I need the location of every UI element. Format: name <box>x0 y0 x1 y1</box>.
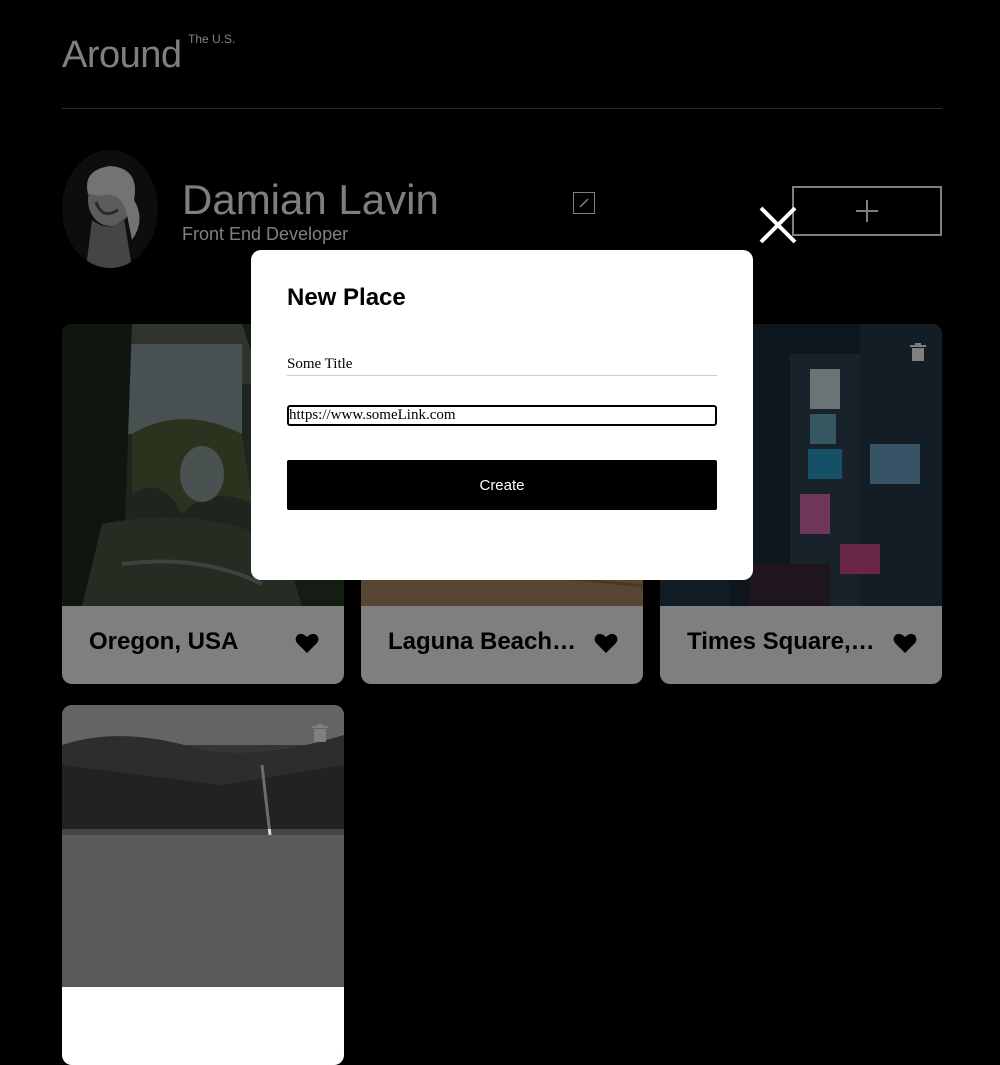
page: Around The U.S. Damian Lavin Front End D… <box>0 0 1000 1065</box>
create-button[interactable]: Create <box>287 460 717 510</box>
title-input[interactable] <box>287 354 717 376</box>
new-place-modal: New Place Create <box>251 250 753 580</box>
close-icon[interactable] <box>758 205 798 245</box>
link-input[interactable] <box>287 405 717 426</box>
modal-title: New Place <box>287 284 406 311</box>
